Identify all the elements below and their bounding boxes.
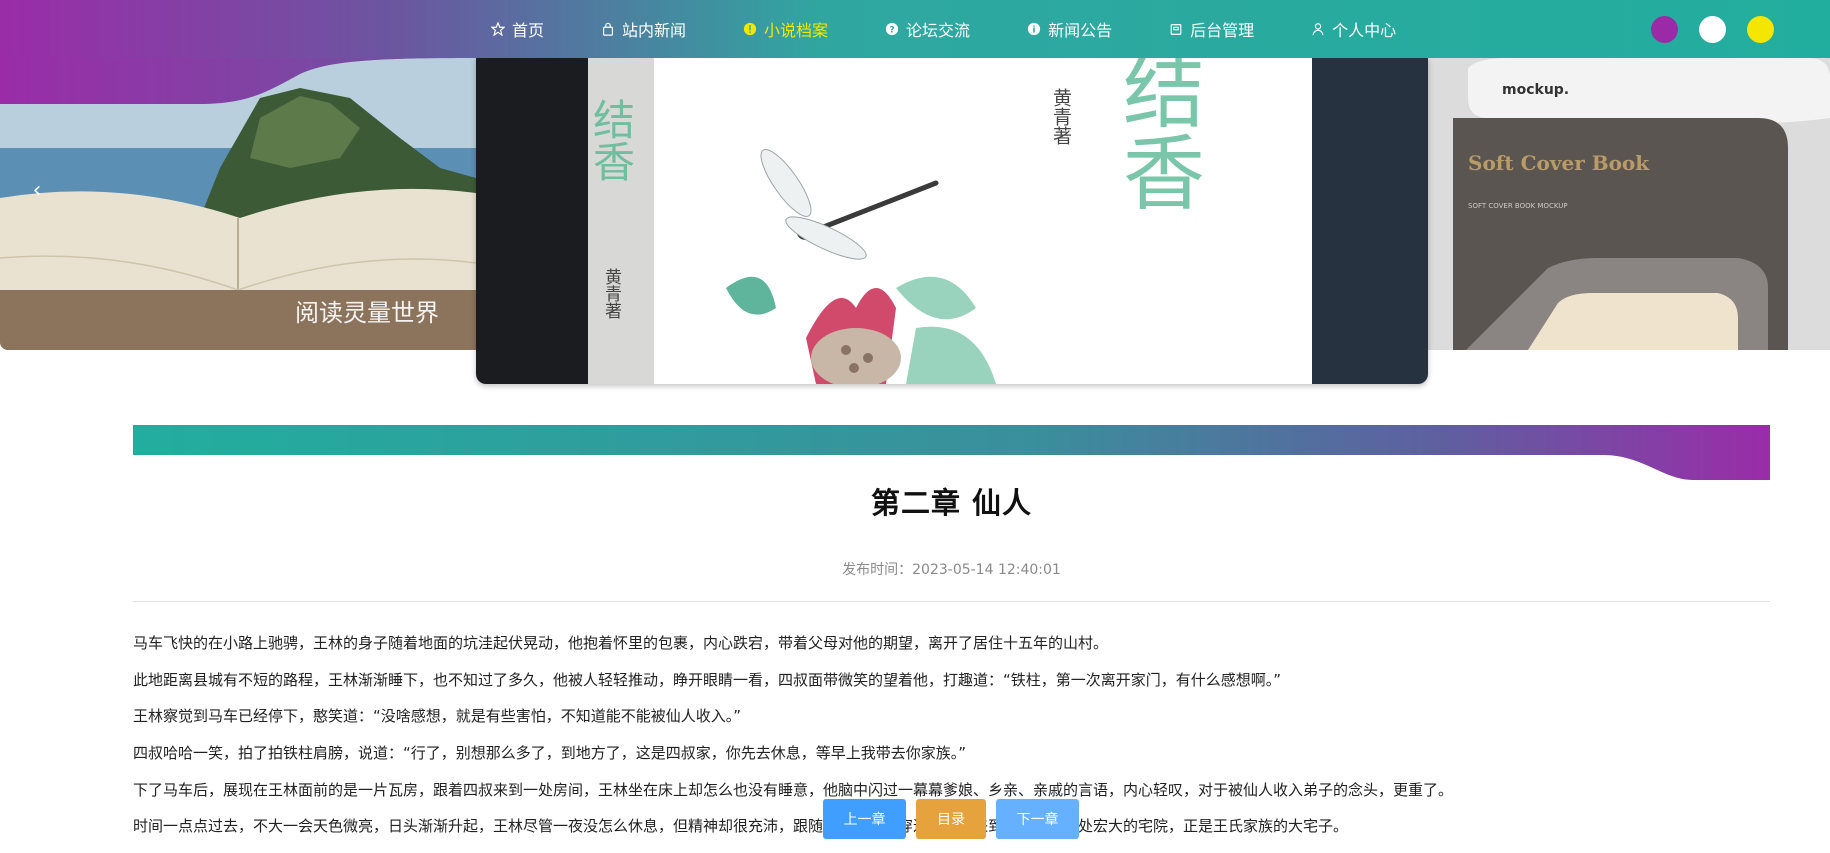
building-icon [1168,21,1184,37]
question-icon: ? [884,21,900,37]
paragraph: 王林察觉到马车已经停下，憨笑道：“没啥感想，就是有些害怕，不知道能不能被仙人收入… [133,707,742,726]
nav-item-label: 后台管理 [1190,21,1255,40]
spine-title: 结香 [587,98,636,182]
star-icon [490,21,506,37]
carousel-slide-book-cover[interactable]: 黄青著 结香 黄青著 结香 [476,58,1428,384]
theme-switcher [1630,16,1774,43]
cover-author: 黄青著 [1050,88,1072,145]
table-of-contents-button[interactable]: 目录 [916,799,986,839]
publish-time: 发布时间：2023-05-14 12:40:01 [842,562,1061,578]
user-icon [1310,21,1326,37]
chapter-nav-buttons: 上一章 目录 下一章 [823,799,1089,839]
nav-item-label: 个人中心 [1332,21,1397,40]
paragraph: 四叔哈哈一笑，拍了拍铁柱肩膀，说道：“行了，别想那么多了，到地方了，这是四叔家，… [133,744,967,763]
theme-dot-yellow[interactable] [1747,16,1774,43]
nav-item-label: 站内新闻 [622,21,687,40]
info-circle-icon: i [1026,21,1042,37]
mockup-title: Soft Cover Book [1468,151,1650,175]
svg-text:?: ? [890,26,895,36]
cover-title: 结香 [1109,58,1204,212]
mockup-brand: mockup. [1502,82,1569,98]
nav-item-label: 首页 [512,21,545,40]
svg-text:i: i [1033,26,1036,36]
nav-item-label: 新闻公告 [1048,21,1113,40]
carousel-slide-softcover-mockup[interactable]: mockup. Soft Cover Book SOFT COVER BOOK … [1428,58,1830,350]
softcover-mockup-image: mockup. Soft Cover Book SOFT COVER BOOK … [1428,58,1830,350]
theme-dot-purple[interactable] [1651,16,1678,43]
next-chapter-button[interactable]: 下一章 [996,799,1079,839]
spine-author: 黄青著 [601,268,622,319]
nav-item-site-news[interactable]: 站内新闻 [600,17,686,41]
nav-item-forum[interactable]: ? 论坛交流 [884,17,970,41]
nav-item-profile[interactable]: 个人中心 [1310,17,1396,41]
chapter-title: 第二章 仙人 [870,486,1033,520]
nav-item-label: 小说档案 [764,21,829,40]
divider [133,601,1770,602]
theme-dot-white[interactable] [1699,16,1726,43]
nav-item-announcements[interactable]: i 新闻公告 [1026,17,1112,41]
top-navbar: 首页 站内新闻 小说档案 ? 论坛交流 i 新闻公告 后台管理 个人中心 [0,0,1830,58]
paragraph: 马车飞快的在小路上驰骋，王林的身子随着地面的坑洼起伏晃动，他抱着怀里的包裹，内心… [133,634,1109,652]
book-cover-image: 黄青著 结香 黄青著 结香 [476,58,1428,384]
nav-item-label: 论坛交流 [906,21,971,40]
nav-menu: 首页 站内新闻 小说档案 ? 论坛交流 i 新闻公告 后台管理 个人中心 [490,0,1452,58]
nav-item-home[interactable]: 首页 [490,17,544,41]
bag-icon [600,21,616,37]
left-slide-caption: 阅读灵量世界 [295,299,439,327]
carousel-prev-arrow[interactable]: ‹ [26,170,48,210]
decorative-wave [0,56,480,104]
paragraph: 此地距离县城有不短的路程，王林渐渐睡下，也不知过了多久，他被人轻轻推动，睁开眼睛… [133,670,1282,689]
nav-item-novel-archive[interactable]: 小说档案 [742,17,828,41]
nav-item-admin[interactable]: 后台管理 [1168,17,1254,41]
prev-chapter-button[interactable]: 上一章 [823,799,906,839]
section-header-band [133,425,1770,480]
mockup-subtitle: SOFT COVER BOOK MOCKUP [1468,202,1568,210]
banner-carousel: 阅读灵量世界 ‹ mockup. Soft Cover Book SOFT CO… [0,58,1830,388]
info-icon [742,21,758,37]
